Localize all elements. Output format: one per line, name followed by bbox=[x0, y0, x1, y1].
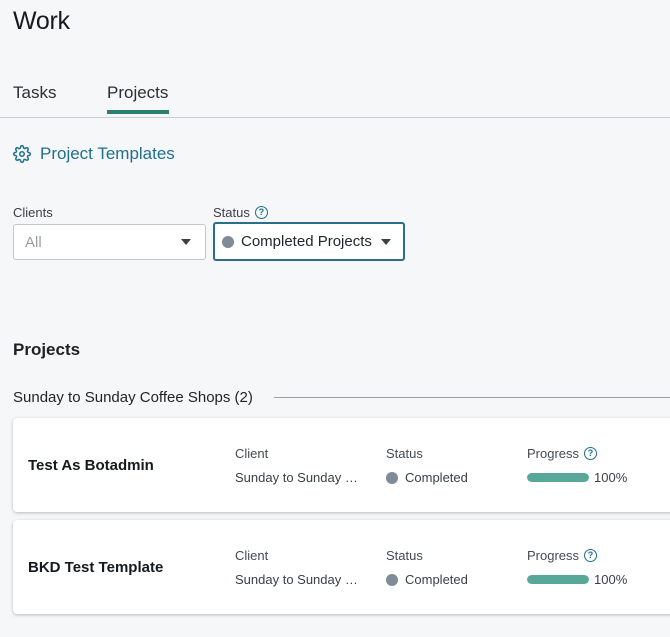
clients-filter-label: Clients bbox=[13, 205, 53, 220]
client-value: Sunday to Sunday Coffee Shops bbox=[235, 470, 363, 485]
project-name: Test As Botadmin bbox=[28, 457, 154, 474]
progress-bar bbox=[527, 575, 589, 584]
tab-bar: Tasks Projects bbox=[0, 80, 670, 118]
project-name: BKD Test Template bbox=[28, 559, 164, 576]
progress-bar bbox=[527, 473, 589, 482]
status-dot-icon bbox=[386, 471, 398, 484]
status-column-label: Status bbox=[386, 446, 423, 461]
status-value: Completed bbox=[386, 470, 468, 485]
chevron-down-icon bbox=[181, 239, 191, 245]
project-card[interactable]: BKD Test Template Client Sunday to Sunda… bbox=[13, 520, 670, 614]
status-label-text: Status bbox=[213, 205, 250, 220]
project-templates-link[interactable]: Project Templates bbox=[13, 144, 175, 164]
status-select-value: Completed Projects bbox=[241, 233, 372, 250]
progress-value: 100% bbox=[527, 470, 627, 485]
projects-section-title: Projects bbox=[13, 340, 81, 359]
progress-label-text: Progress bbox=[527, 446, 580, 461]
page-title: Work bbox=[13, 7, 70, 35]
project-card[interactable]: Test As Botadmin Client Sunday to Sunday… bbox=[13, 418, 670, 512]
chevron-down-icon bbox=[381, 238, 391, 245]
help-icon[interactable]: ? bbox=[254, 206, 268, 219]
help-icon[interactable]: ? bbox=[584, 447, 598, 460]
group-header-label: Sunday to Sunday Coffee Shops (2) bbox=[13, 389, 253, 406]
progress-text: 100% bbox=[594, 572, 628, 587]
progress-value: 100% bbox=[527, 572, 627, 587]
tab-tasks[interactable]: Tasks bbox=[13, 83, 56, 113]
status-column-label: Status bbox=[386, 548, 423, 563]
clients-select[interactable]: All bbox=[13, 224, 206, 260]
progress-label-text: Progress bbox=[527, 548, 580, 563]
status-dot-icon bbox=[386, 573, 398, 586]
client-column-label: Client bbox=[235, 548, 269, 563]
client-value: Sunday to Sunday Coffee Shops bbox=[235, 572, 363, 587]
progress-column-label: Progress ? bbox=[527, 548, 598, 563]
status-value-text: Completed bbox=[405, 470, 468, 485]
help-icon[interactable]: ? bbox=[584, 549, 598, 562]
client-column-label: Client bbox=[235, 446, 269, 461]
project-templates-label: Project Templates bbox=[40, 144, 175, 163]
progress-column-label: Progress ? bbox=[527, 446, 598, 461]
progress-fill bbox=[527, 575, 589, 584]
status-value: Completed bbox=[386, 572, 468, 587]
client-value-text: Sunday to Sunday Coffee Shops bbox=[235, 572, 363, 587]
status-dot-icon bbox=[222, 235, 234, 248]
status-filter-label: Status ? bbox=[213, 205, 268, 220]
group-header: Sunday to Sunday Coffee Shops (2) bbox=[13, 389, 670, 406]
client-value-text: Sunday to Sunday Coffee Shops bbox=[235, 470, 363, 485]
status-select[interactable]: Completed Projects bbox=[213, 222, 405, 261]
progress-fill bbox=[527, 473, 589, 482]
gear-icon bbox=[13, 145, 31, 163]
clients-label-text: Clients bbox=[13, 205, 53, 220]
tab-projects[interactable]: Projects bbox=[107, 83, 170, 114]
progress-text: 100% bbox=[594, 470, 628, 485]
clients-select-value: All bbox=[25, 233, 42, 251]
group-divider bbox=[273, 397, 670, 398]
status-value-text: Completed bbox=[405, 572, 468, 587]
